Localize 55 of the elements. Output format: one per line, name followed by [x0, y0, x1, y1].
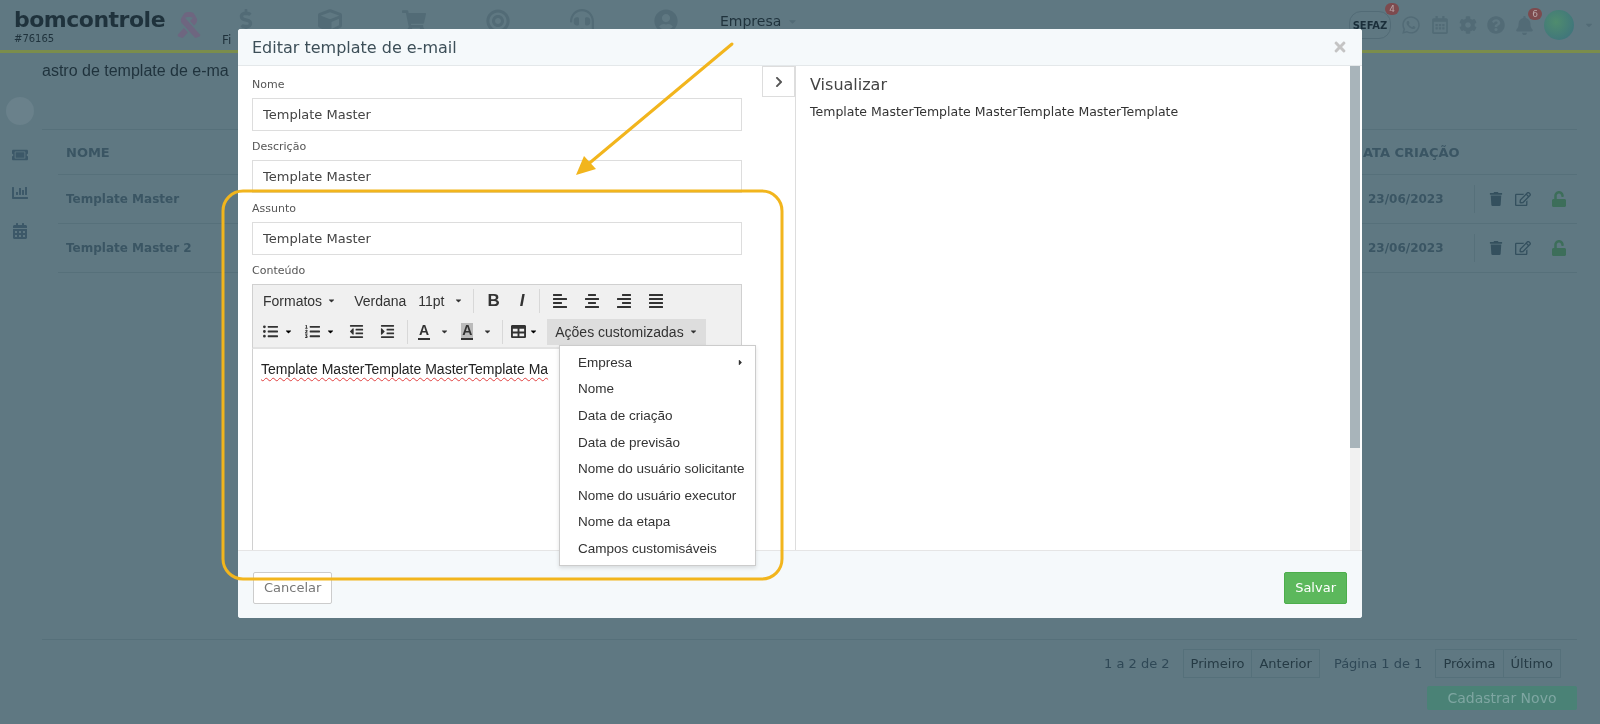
font-size-menu[interactable]: 11pt: [412, 287, 469, 314]
caret-icon: [440, 327, 450, 336]
field-label: Conteúdo: [252, 263, 307, 279]
submenu-caret-icon: [736, 357, 745, 367]
trash-icon[interactable]: [1489, 192, 1503, 206]
edit-icon[interactable]: [1515, 240, 1531, 256]
editor-text: Template MasterTemplate MasterTemplate Ma: [261, 361, 549, 377]
table-icon[interactable]: [511, 324, 527, 339]
unlock-icon[interactable]: [1551, 191, 1567, 207]
dialog-title: Editar template de e-mail: [252, 37, 457, 57]
count-badge: 4: [1385, 3, 1399, 15]
input-field[interactable]: Template Master: [252, 222, 742, 255]
align-left-icon[interactable]: [551, 292, 568, 309]
bullet-list-icon[interactable]: [263, 324, 278, 339]
font-family-menu[interactable]: Verdana: [348, 287, 413, 314]
italic-button[interactable]: I: [509, 287, 535, 314]
caret-icon: [453, 296, 463, 305]
cancel-button[interactable]: Cancelar: [253, 571, 333, 604]
custom-actions-menu[interactable]: Ações customizadas: [547, 318, 706, 345]
unlock-icon[interactable]: [1551, 240, 1567, 256]
align-right-icon[interactable]: [615, 292, 632, 309]
caret-icon: [284, 327, 293, 336]
field-label: Assunto: [252, 201, 297, 217]
close-icon[interactable]: [1332, 39, 1348, 55]
outdent-icon[interactable]: [349, 324, 364, 339]
ticket-icon[interactable]: [12, 147, 28, 163]
field-label: Nome: [252, 77, 286, 93]
align-justify-icon[interactable]: [647, 292, 664, 309]
bold-button[interactable]: B: [477, 287, 510, 314]
account-id: #76165: [14, 32, 56, 44]
field-label: Descrição: [252, 139, 308, 155]
bell-icon[interactable]: [1515, 15, 1534, 35]
caret-icon: [483, 327, 493, 336]
preview-text: Template MasterTemplate MasterTemplate MasterTemplate: [810, 104, 1180, 119]
indent-icon[interactable]: [380, 324, 395, 339]
page-title: astro de template de e-ma: [42, 62, 229, 80]
input-field[interactable]: Template Master: [252, 98, 742, 131]
text-color-button[interactable]: A: [412, 318, 456, 345]
calendar-icon[interactable]: [12, 223, 28, 239]
chart-icon[interactable]: [12, 185, 28, 201]
count-badge: 6: [1528, 7, 1542, 20]
scrollbar-thumb[interactable]: [1350, 66, 1360, 448]
edit-icon[interactable]: [1515, 191, 1531, 207]
caret-icon: [327, 296, 337, 305]
collapse-button[interactable]: [762, 66, 795, 97]
caret-icon: [326, 327, 335, 336]
caret-icon: [688, 327, 698, 336]
format-menu[interactable]: Formatos: [257, 287, 343, 314]
align-center-icon[interactable]: [583, 292, 600, 309]
preview-title: Visualizar: [810, 75, 888, 94]
avatar[interactable]: [1544, 10, 1574, 40]
highlight-color-button[interactable]: A: [455, 318, 499, 345]
trash-icon[interactable]: [1489, 241, 1503, 255]
numbered-list-icon[interactable]: [305, 324, 320, 339]
caret-icon: [529, 327, 539, 336]
